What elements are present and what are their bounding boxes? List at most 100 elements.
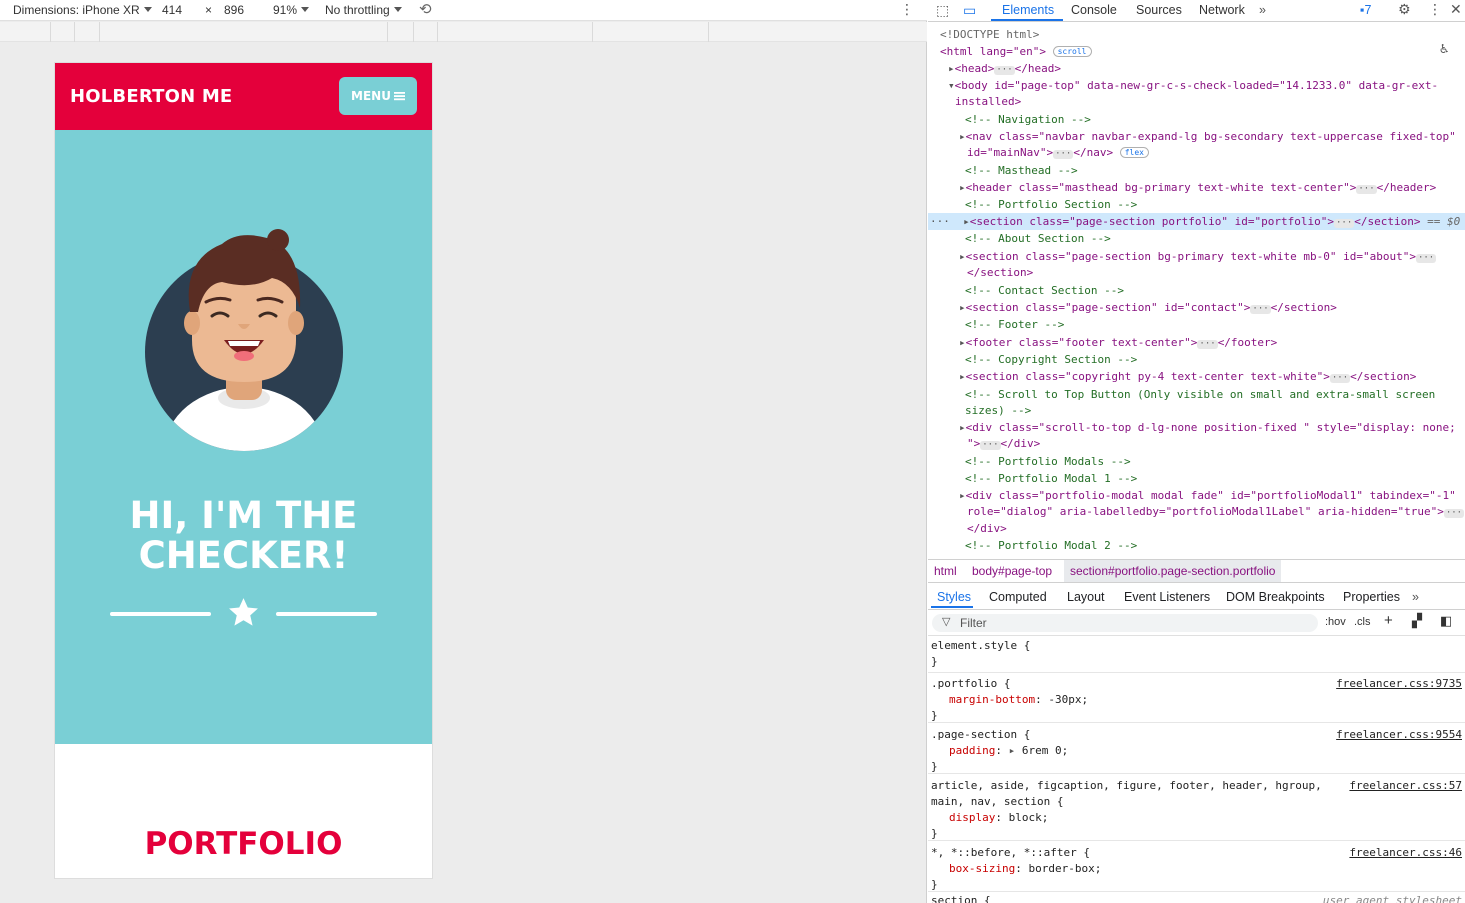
rule-declaration[interactable]: padding: ▸ 6rem 0; <box>949 743 1068 759</box>
gear-icon[interactable]: ⚙ <box>1398 1 1411 18</box>
ellipsis-icon[interactable]: ··· <box>1443 509 1465 518</box>
tab-console[interactable]: Console <box>1071 3 1117 17</box>
expand-arrow-icon[interactable]: ▸ <box>959 370 966 383</box>
dom-line[interactable]: ▸<section class="page-section bg-primary… <box>928 248 1465 265</box>
close-icon[interactable]: ✕ <box>1450 1 1462 18</box>
dom-line[interactable]: ▸<section class="page-section" id="conta… <box>928 299 1465 316</box>
dom-line[interactable]: <!-- Masthead --> <box>928 162 1465 179</box>
width-input[interactable]: 414 <box>162 3 182 17</box>
more-options-icon[interactable]: ⋮ <box>900 1 914 18</box>
rule-source-link[interactable]: freelancer.css:46 <box>1349 845 1462 861</box>
dom-line[interactable]: ▸<header class="masthead bg-primary text… <box>928 179 1465 196</box>
hov-toggle[interactable]: :hov <box>1325 616 1346 628</box>
scroll-badge[interactable]: scroll <box>1052 46 1092 57</box>
tab-properties[interactable]: Properties <box>1343 590 1400 604</box>
rule-source-link[interactable]: freelancer.css:9554 <box>1336 727 1462 743</box>
style-rule[interactable]: .page-section { freelancer.css:9554 padd… <box>928 726 1465 774</box>
dom-line[interactable]: <!-- Portfolio Modal 2 --> <box>928 537 1465 554</box>
expand-arrow-icon[interactable]: ▸ <box>959 336 966 349</box>
expand-arrow-icon[interactable]: ▸ <box>959 130 966 143</box>
dom-line[interactable]: <!-- Portfolio Modals --> <box>928 453 1465 470</box>
paint-icon[interactable]: ▞ <box>1412 613 1422 629</box>
rule-source-link[interactable]: freelancer.css:9735 <box>1336 676 1462 692</box>
tab-elements[interactable]: Elements <box>1002 3 1054 17</box>
ellipsis-icon[interactable]: ··· <box>1197 340 1218 349</box>
zoom-select[interactable]: 91% <box>273 3 310 17</box>
expand-arrow-icon[interactable]: ▸ <box>959 301 966 314</box>
ellipsis-icon[interactable]: ··· <box>1415 254 1437 263</box>
device-select[interactable]: Dimensions: iPhone XR <box>13 3 152 17</box>
cls-toggle[interactable]: .cls <box>1354 616 1371 628</box>
rule-declaration[interactable]: display: block; <box>949 810 1048 826</box>
expand-arrow-icon[interactable]: ▸ <box>948 62 955 75</box>
more-tabs-icon[interactable]: » <box>1412 590 1419 604</box>
breadcrumb-html[interactable]: html <box>934 564 957 578</box>
accessibility-icon[interactable]: ♿ <box>1440 41 1448 58</box>
throttling-select[interactable]: No throttling <box>325 3 402 17</box>
height-input[interactable]: 896 <box>224 3 244 17</box>
sidebar-toggle-icon[interactable]: ◧ <box>1440 613 1452 629</box>
style-rule[interactable]: *, *::before, *::after { freelancer.css:… <box>928 844 1465 892</box>
tab-network[interactable]: Network <box>1199 3 1245 17</box>
tab-layout[interactable]: Layout <box>1067 590 1105 604</box>
dom-line[interactable]: <!-- Copyright Section --> <box>928 351 1465 368</box>
dom-line[interactable]: <!-- Portfolio Modal 1 --> <box>928 470 1465 487</box>
tab-event-listeners[interactable]: Event Listeners <box>1124 590 1210 604</box>
rotate-icon[interactable]: ⟲ <box>419 0 432 18</box>
style-rule[interactable]: section { user agent stylesheet <box>928 893 1465 903</box>
tab-styles[interactable]: Styles <box>937 590 971 604</box>
dom-line[interactable]: <!-- Portfolio Section --> <box>928 196 1465 213</box>
rule-declaration[interactable]: box-sizing: border-box; <box>949 861 1101 877</box>
dom-line: installed> <box>928 93 1465 110</box>
breadcrumb-section[interactable]: section#portfolio.page-section.portfolio <box>1064 560 1282 582</box>
ellipsis-icon[interactable]: ··· <box>1334 219 1355 228</box>
rule-source-link[interactable]: freelancer.css:57 <box>1349 778 1462 794</box>
tab-computed[interactable]: Computed <box>989 590 1047 604</box>
collapse-arrow-icon[interactable]: ▾ <box>948 79 955 92</box>
dom-line[interactable]: <!-- Navigation --> <box>928 111 1465 128</box>
add-rule-icon[interactable]: + <box>1384 612 1393 629</box>
dom-line[interactable]: ▸<footer class="footer text-center"> ··· <… <box>928 334 1465 351</box>
dom-line[interactable]: <!-- Contact Section --> <box>928 282 1465 299</box>
dom-line[interactable]: ▸<head> ··· </head> <box>928 60 1465 77</box>
filter-input[interactable]: Filter <box>932 614 1318 632</box>
dom-line[interactable]: <!-- About Section --> <box>928 230 1465 247</box>
breadcrumb-body[interactable]: body#page-top <box>972 564 1052 578</box>
dom-line[interactable]: <!-- Footer --> <box>928 316 1465 333</box>
style-rule[interactable]: article, aside, figcaption, figure, foot… <box>928 777 1465 841</box>
more-options-icon[interactable]: ··· <box>930 215 950 228</box>
ellipsis-icon[interactable]: ··· <box>1356 185 1377 194</box>
dom-line[interactable]: ▸<div class="portfolio-modal modal fade"… <box>928 487 1465 504</box>
expand-arrow-icon[interactable]: ▸ <box>959 250 966 263</box>
dom-line[interactable]: <!DOCTYPE html> <box>928 26 1465 43</box>
expand-arrow-icon[interactable]: ▸ <box>959 421 966 434</box>
dom-line[interactable]: <!-- Scroll to Top Button (Only visible … <box>928 386 1465 403</box>
site-brand[interactable]: HOLBERTON ME <box>70 86 232 107</box>
dom-line[interactable]: <html lang="en"> scroll <box>928 43 1465 60</box>
more-tabs-icon[interactable]: » <box>1259 3 1266 17</box>
ellipsis-icon[interactable]: ··· <box>980 441 1001 450</box>
dom-line[interactable]: ▾<body id="page-top" data-new-gr-c-s-che… <box>928 77 1465 94</box>
ellipsis-icon[interactable]: ··· <box>1053 150 1074 159</box>
device-toggle-icon[interactable]: ▭ <box>963 2 976 19</box>
ellipsis-icon[interactable]: ··· <box>1250 305 1271 314</box>
dom-line[interactable]: ▸<nav class="navbar navbar-expand-lg bg-… <box>928 128 1465 145</box>
ellipsis-icon[interactable]: ··· <box>1329 374 1351 383</box>
style-rule[interactable]: element.style { } <box>928 637 1465 673</box>
inspect-element-icon[interactable]: ⬚ <box>936 2 949 19</box>
issues-badge[interactable]: ▪7 <box>1360 3 1371 17</box>
dom-line[interactable]: ▸<div class="scroll-to-top d-lg-none pos… <box>928 419 1465 436</box>
expand-arrow-icon[interactable]: ▸ <box>963 215 970 228</box>
tab-sources[interactable]: Sources <box>1136 3 1182 17</box>
dom-line[interactable]: ▸<section class="copyright py-4 text-cen… <box>928 368 1465 385</box>
rule-declaration[interactable]: margin-bottom: -30px; <box>949 692 1088 708</box>
expand-arrow-icon[interactable]: ▸ <box>959 489 966 502</box>
menu-button[interactable]: MENU <box>339 77 417 115</box>
flex-badge[interactable]: flex <box>1119 147 1149 158</box>
style-rule[interactable]: .portfolio { freelancer.css:9735 margin-… <box>928 675 1465 723</box>
ellipsis-icon[interactable]: ··· <box>994 66 1015 75</box>
expand-arrow-icon[interactable]: ▸ <box>959 181 966 194</box>
more-options-icon[interactable]: ⋮ <box>1428 1 1442 18</box>
dom-line-selected[interactable]: ··· ▸<section class="page-section portfo… <box>928 213 1465 230</box>
tab-dom-breakpoints[interactable]: DOM Breakpoints <box>1226 590 1325 604</box>
